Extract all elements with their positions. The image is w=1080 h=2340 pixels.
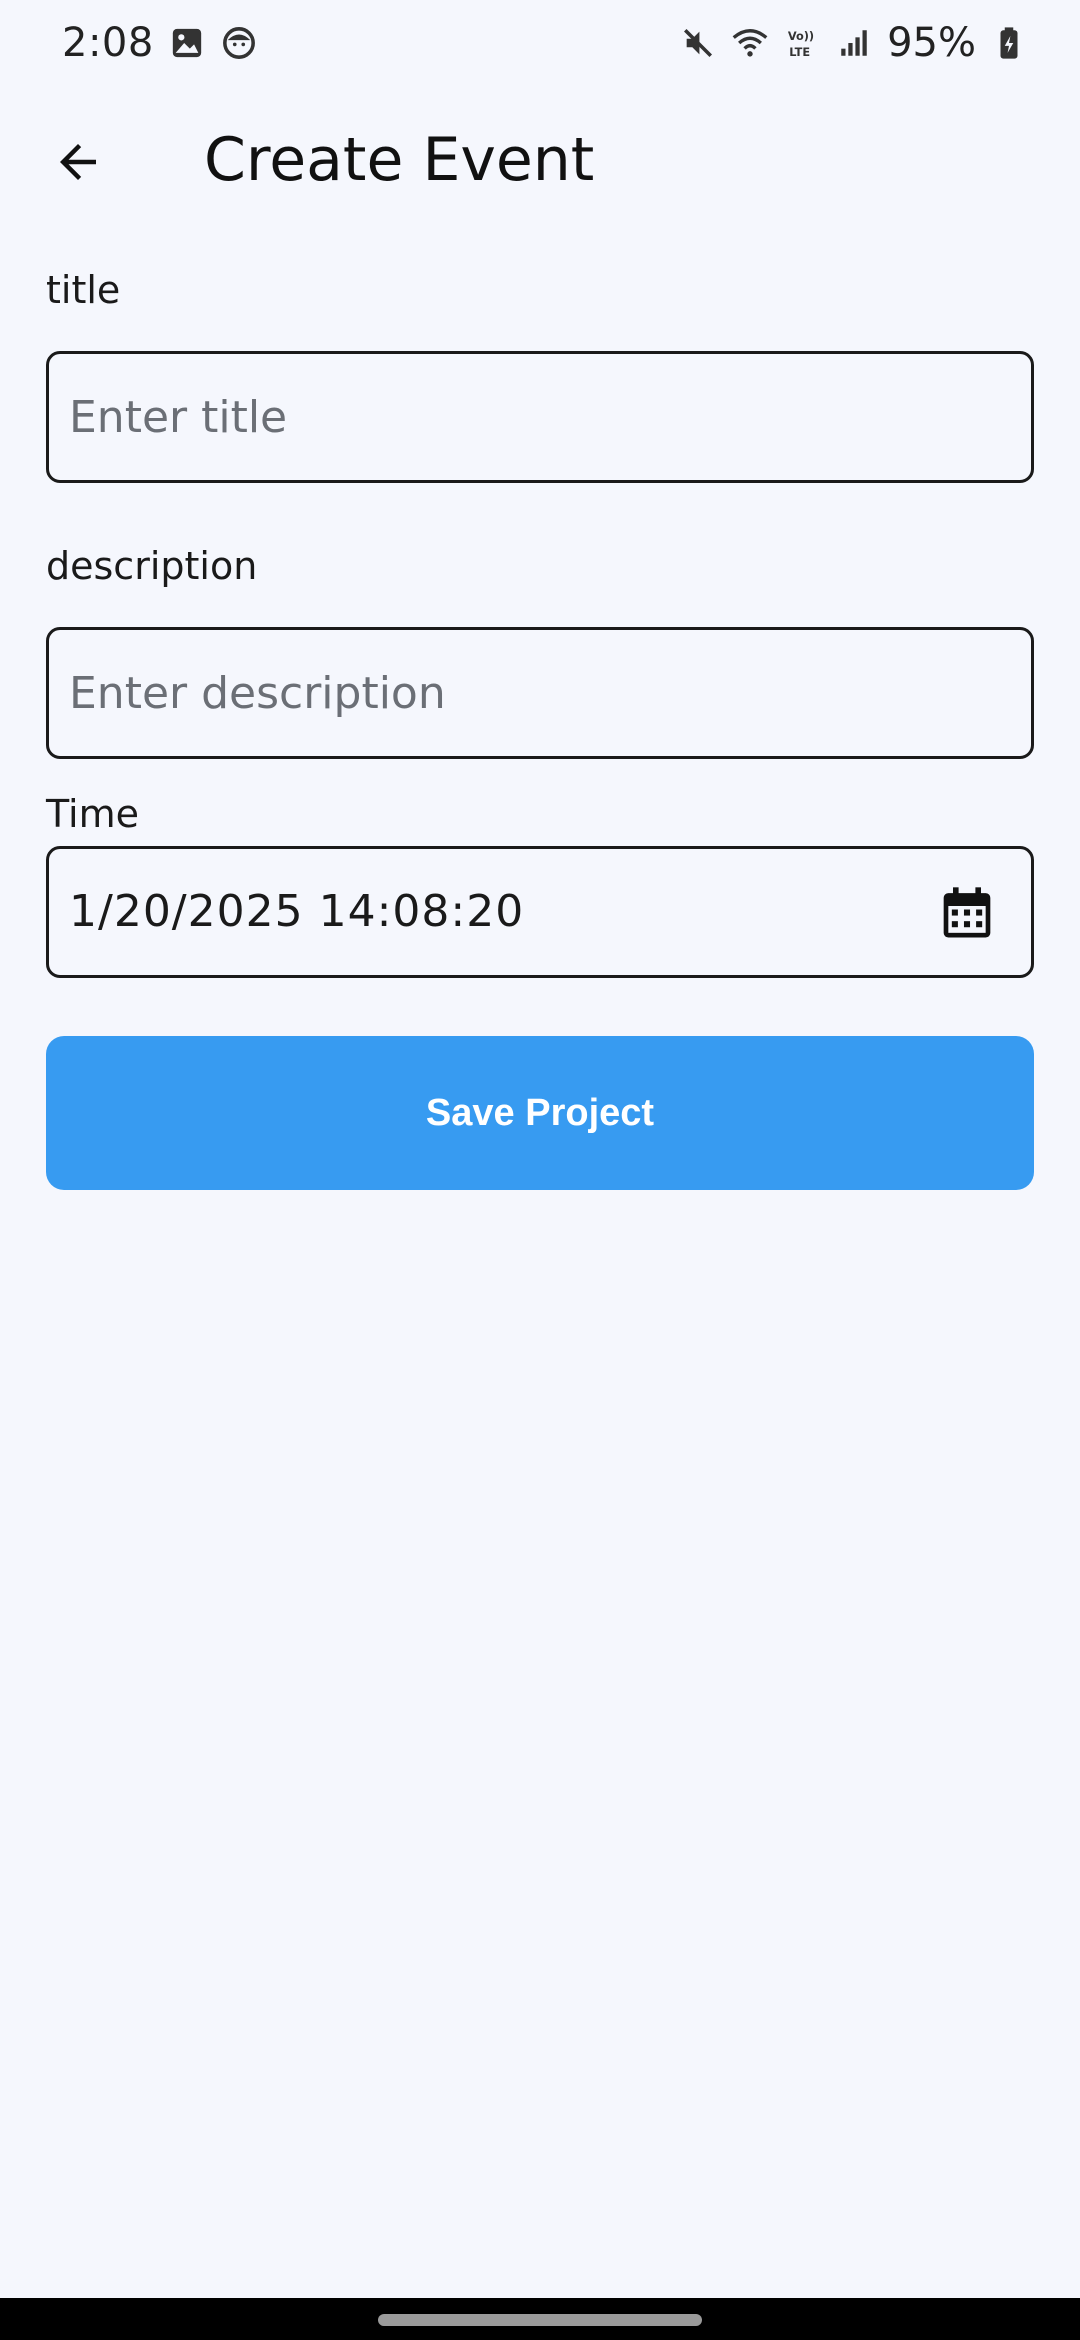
battery-percent: 95% (887, 20, 976, 66)
svg-text:Vo)): Vo)) (788, 29, 814, 43)
app-bar: Create Event (0, 110, 1080, 210)
description-field[interactable] (46, 627, 1034, 759)
status-left: 2:08 (62, 20, 258, 66)
title-label: title (46, 268, 121, 312)
description-input[interactable] (69, 630, 969, 756)
time-field[interactable]: 1/20/2025 14:08:20 (46, 846, 1034, 978)
mute-icon (679, 24, 717, 62)
battery-icon (990, 24, 1028, 62)
signal-icon (835, 24, 873, 62)
title-input[interactable] (69, 354, 969, 480)
time-value: 1/20/2025 14:08:20 (69, 886, 525, 937)
title-field[interactable] (46, 351, 1034, 483)
face-icon (220, 24, 258, 62)
save-project-button[interactable]: Save Project (46, 1036, 1034, 1190)
image-icon (168, 24, 206, 62)
svg-text:LTE: LTE (789, 45, 810, 59)
page-title: Create Event (204, 125, 595, 195)
back-button[interactable] (46, 130, 110, 194)
calendar-button[interactable] (939, 885, 995, 941)
navigation-bar (0, 2298, 1080, 2340)
calendar-icon (943, 887, 991, 938)
status-right: Vo)) LTE 95% (679, 20, 1028, 66)
home-indicator[interactable] (378, 2314, 702, 2326)
status-bar: 2:08 Vo)) LTE 95% (0, 0, 1080, 86)
wifi-icon (731, 24, 769, 62)
status-time: 2:08 (62, 20, 154, 66)
arrow-back-icon (60, 144, 96, 180)
description-label: description (46, 544, 258, 588)
volte-icon: Vo)) LTE (783, 24, 821, 62)
time-label: Time (46, 792, 139, 836)
